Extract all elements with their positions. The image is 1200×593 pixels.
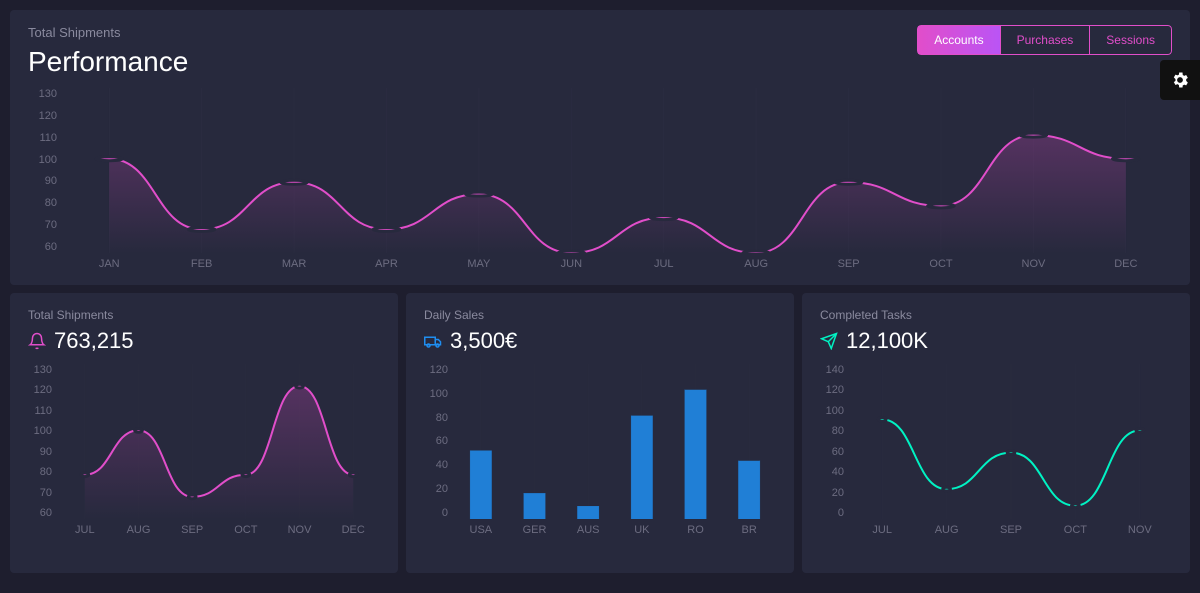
- tab-sessions[interactable]: Sessions: [1089, 25, 1172, 55]
- tasks-chart: 140120100806040200 JULAUGSEPOCTNOV: [820, 364, 1172, 544]
- shipments-chart: 13012011010090807060 JULAUGSEPOCTNOVDEC: [28, 364, 380, 544]
- tasks-value: 12,100K: [846, 328, 928, 354]
- tab-accounts[interactable]: Accounts: [917, 25, 999, 55]
- performance-chart: 13012011010090807060 JANFEBMARAPRMAYJUNJ…: [28, 88, 1172, 278]
- shipments-label: Total Shipments: [28, 308, 380, 322]
- send-icon: [820, 332, 838, 350]
- performance-title: Performance: [28, 46, 188, 78]
- tab-group: Accounts Purchases Sessions: [917, 25, 1172, 55]
- shipments-card: Total Shipments 763,215 1301201101009080…: [10, 293, 398, 573]
- tasks-card: Completed Tasks 12,100K 1401201008060402…: [802, 293, 1190, 573]
- shipments-value: 763,215: [54, 328, 134, 354]
- y-axis: 13012011010090807060: [28, 88, 63, 253]
- sales-label: Daily Sales: [424, 308, 776, 322]
- tasks-label: Completed Tasks: [820, 308, 1172, 322]
- gear-icon: [1170, 70, 1190, 90]
- x-axis: JANFEBMARAPRMAYJUNJULAUGSEPOCTNOVDEC: [63, 258, 1172, 278]
- tab-purchases[interactable]: Purchases: [1000, 25, 1090, 55]
- delivery-icon: [424, 332, 442, 350]
- performance-card: Total Shipments Performance Accounts Pur…: [10, 10, 1190, 285]
- performance-subtitle: Total Shipments: [28, 25, 188, 40]
- sales-value: 3,500€: [450, 328, 517, 354]
- sales-card: Daily Sales 3,500€ 120100806040200 USAGE…: [406, 293, 794, 573]
- bell-icon: [28, 332, 46, 350]
- sales-chart: 120100806040200 USAGERAUSUKROBR: [424, 364, 776, 544]
- settings-button[interactable]: [1160, 60, 1200, 100]
